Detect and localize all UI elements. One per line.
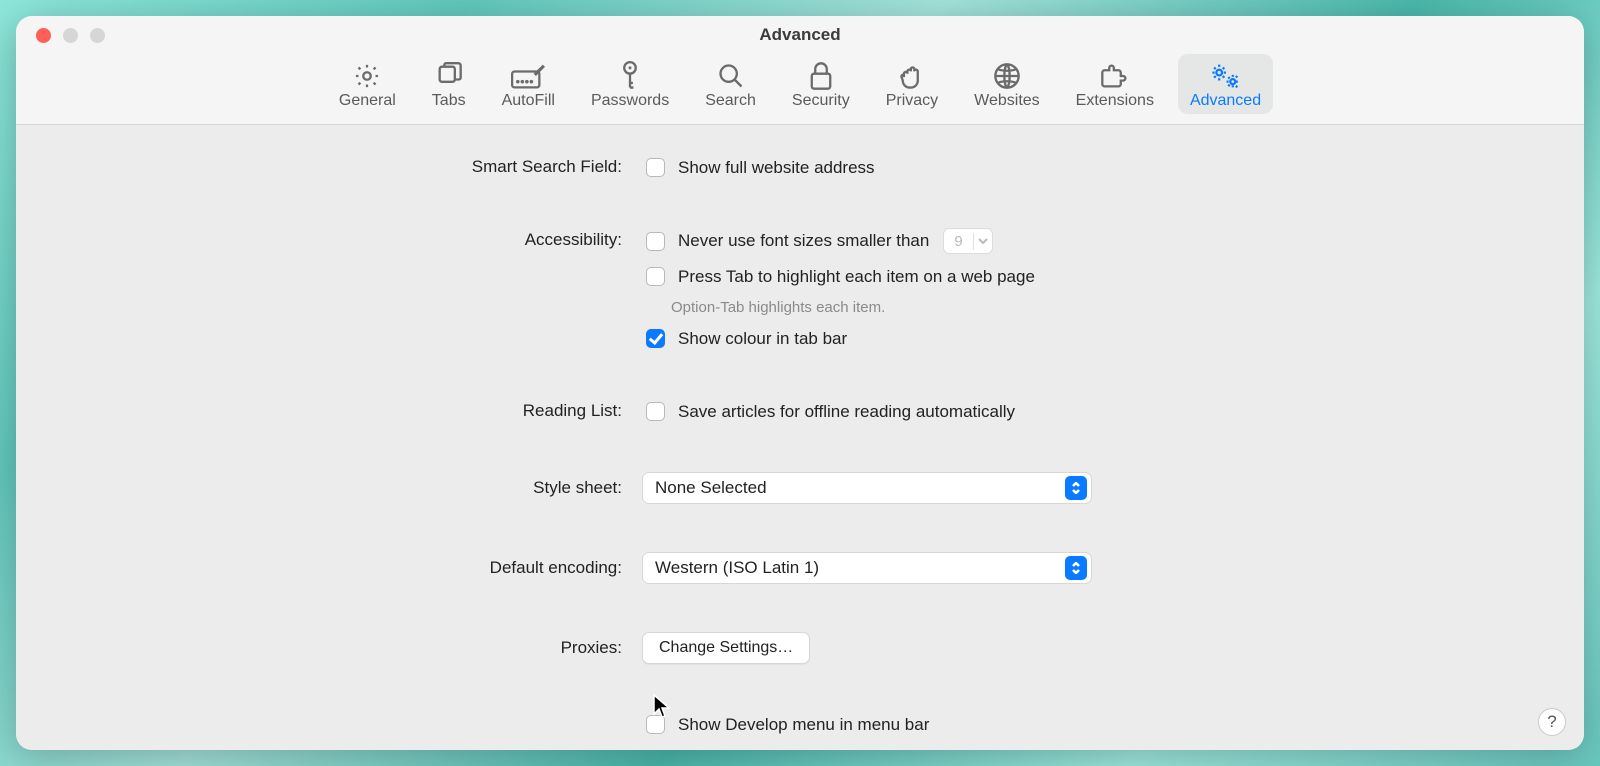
hand-icon (899, 60, 925, 92)
style-sheet-select[interactable]: None Selected (642, 472, 1092, 504)
minimize-button[interactable] (63, 28, 78, 43)
show-full-address-row[interactable]: Show full website address (642, 155, 875, 180)
gear-icon (353, 60, 381, 92)
tab-label: Advanced (1190, 92, 1261, 110)
puzzle-icon (1100, 60, 1130, 92)
tab-colour-row[interactable]: Show colour in tab bar (642, 326, 847, 351)
min-font-select[interactable]: 9 (943, 228, 992, 254)
min-font-label: Never use font sizes smaller than (678, 231, 929, 251)
chevron-down-icon (974, 229, 992, 253)
develop-menu-label: Show Develop menu in menu bar (678, 715, 929, 735)
tab-privacy[interactable]: Privacy (874, 54, 950, 114)
tab-label: Passwords (591, 92, 669, 110)
updown-icon (1065, 556, 1087, 580)
tab-tabs[interactable]: Tabs (420, 54, 478, 114)
smart-search-label: Smart Search Field: (16, 155, 622, 177)
content-area: Smart Search Field: Show full website ad… (16, 125, 1584, 750)
default-encoding-select[interactable]: Western (ISO Latin 1) (642, 552, 1092, 584)
tab-colour-checkbox[interactable] (646, 329, 665, 348)
tab-search[interactable]: Search (693, 54, 768, 114)
tab-label: Search (705, 92, 756, 110)
press-tab-row[interactable]: Press Tab to highlight each item on a we… (642, 264, 1035, 289)
tab-label: Extensions (1076, 92, 1154, 110)
lock-icon (809, 60, 833, 92)
default-encoding-label: Default encoding: (16, 552, 622, 578)
preferences-tabs: General Tabs AutoFill Passwords Search (16, 54, 1584, 125)
tab-label: Privacy (886, 92, 938, 110)
tab-label: Tabs (432, 92, 466, 110)
tab-general[interactable]: General (327, 54, 408, 114)
tab-security[interactable]: Security (780, 54, 862, 114)
tab-autofill[interactable]: AutoFill (490, 54, 567, 114)
pencil-card-icon (511, 60, 545, 92)
tab-label: AutoFill (502, 92, 555, 110)
help-label: ? (1547, 712, 1556, 732)
save-offline-checkbox[interactable] (646, 402, 665, 421)
tab-label: Websites (974, 92, 1040, 110)
window-title: Advanced (16, 16, 1584, 54)
press-tab-checkbox[interactable] (646, 267, 665, 286)
press-tab-hint: Option-Tab highlights each item. (642, 299, 885, 316)
tab-extensions[interactable]: Extensions (1064, 54, 1166, 114)
traffic-lights (36, 28, 105, 43)
show-full-address-label: Show full website address (678, 158, 875, 178)
accessibility-label: Accessibility: (16, 228, 622, 250)
maximize-button[interactable] (90, 28, 105, 43)
close-button[interactable] (36, 28, 51, 43)
min-font-value: 9 (944, 233, 973, 250)
develop-menu-checkbox[interactable] (646, 715, 665, 734)
save-offline-row[interactable]: Save articles for offline reading automa… (642, 399, 1015, 424)
press-tab-label: Press Tab to highlight each item on a we… (678, 267, 1035, 287)
titlebar: Advanced (16, 16, 1584, 54)
show-full-address-checkbox[interactable] (646, 158, 665, 177)
style-sheet-label: Style sheet: (16, 472, 622, 498)
save-offline-label: Save articles for offline reading automa… (678, 402, 1015, 422)
tab-colour-label: Show colour in tab bar (678, 329, 847, 349)
reading-list-label: Reading List: (16, 399, 622, 421)
help-button[interactable]: ? (1538, 708, 1566, 736)
develop-menu-row[interactable]: Show Develop menu in menu bar (642, 712, 929, 737)
preferences-window: Advanced General Tabs AutoFill Passwords (16, 16, 1584, 750)
tab-advanced[interactable]: Advanced (1178, 54, 1273, 114)
key-icon (619, 60, 641, 92)
change-settings-button[interactable]: Change Settings… (642, 632, 810, 664)
globe-icon (993, 60, 1021, 92)
tab-label: General (339, 92, 396, 110)
default-encoding-value: Western (ISO Latin 1) (655, 558, 819, 578)
min-font-checkbox[interactable] (646, 232, 665, 251)
search-icon (717, 60, 745, 92)
updown-icon (1065, 476, 1087, 500)
min-font-row[interactable]: Never use font sizes smaller than (642, 229, 929, 254)
proxies-label: Proxies: (16, 632, 622, 658)
tabs-icon (435, 60, 463, 92)
gears-icon (1209, 60, 1243, 92)
tab-passwords[interactable]: Passwords (579, 54, 681, 114)
tab-websites[interactable]: Websites (962, 54, 1052, 114)
change-settings-label: Change Settings… (659, 639, 793, 657)
style-sheet-value: None Selected (655, 478, 767, 498)
tab-label: Security (792, 92, 850, 110)
